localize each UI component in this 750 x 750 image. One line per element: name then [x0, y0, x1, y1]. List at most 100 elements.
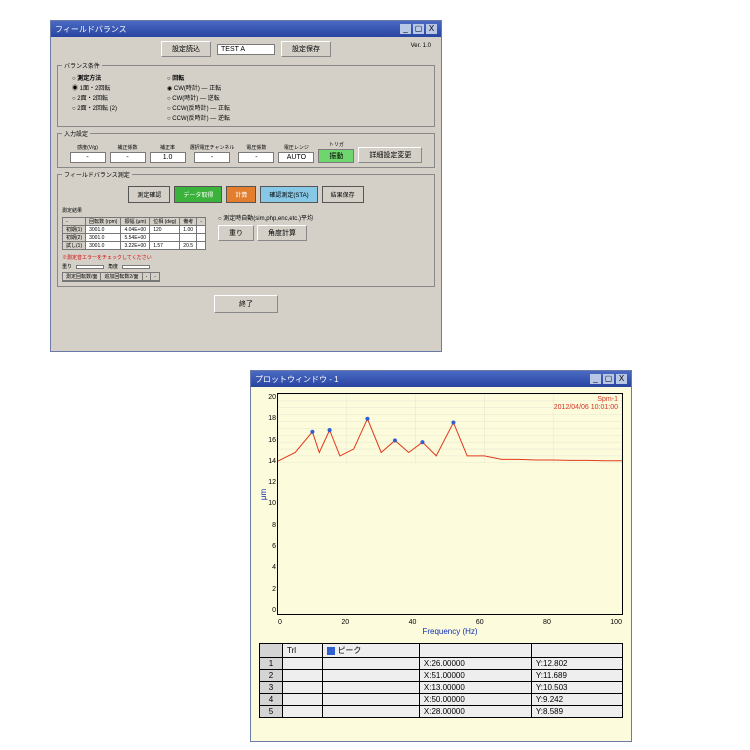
rotation-radio-1[interactable]: CW(時計) — 正転	[167, 83, 230, 92]
table-cell: 試し(1)	[63, 242, 86, 250]
auto-average-checkbox[interactable]: 測定時自動(sim,php,enc,etc.)平均	[218, 213, 313, 222]
maximize-icon[interactable]: ▢	[603, 374, 614, 384]
result-th: -	[197, 218, 206, 226]
calculate-button[interactable]: 計算	[226, 186, 256, 203]
plane-header: 測定方法	[72, 73, 117, 82]
table-cell: 1.00	[180, 226, 197, 234]
input-field-1[interactable]: -	[70, 152, 106, 163]
table-cell: 3001.0	[86, 242, 121, 250]
x-axis-ticks: 020406080100	[278, 619, 622, 626]
table-cell: 初期(1)	[63, 226, 86, 234]
bottom-cell	[101, 281, 142, 282]
plane-radio-3[interactable]: 2面・2回転 (2)	[72, 103, 117, 112]
profile-name-input[interactable]: TEST A	[217, 44, 275, 55]
table-cell: 3001.0	[86, 226, 121, 234]
bottom-th: -	[151, 273, 160, 281]
table-cell	[197, 242, 206, 250]
verify-measure-button[interactable]: 確認測定(STA)	[260, 186, 317, 203]
save-settings-button[interactable]: 設定保存	[281, 41, 331, 57]
y-axis-ticks: 20181614121086420	[260, 394, 276, 614]
balance-run-group: フィールドバランス測定 測定確認 データ取得 計算 確認測定(STA) 結果保存…	[57, 170, 435, 287]
close-icon[interactable]: X	[616, 374, 627, 384]
input-field-5[interactable]: -	[238, 152, 274, 163]
rotation-radio-2[interactable]: CW(時計) — 逆転	[167, 93, 230, 102]
config-window-title: フィールドバランス	[55, 24, 127, 35]
balance-run-legend: フィールドバランス測定	[62, 170, 132, 179]
bottom-cell	[142, 281, 151, 282]
close-icon[interactable]: X	[426, 24, 437, 34]
input-field-7[interactable]: 振動	[318, 149, 354, 163]
balance-setup-legend: バランス条件	[62, 61, 102, 70]
plot-window: プロットウィンドウ - 1 _ ▢ X Spm-1 2012/04/06 10:…	[250, 370, 632, 742]
input-label-2: 補正係数	[118, 144, 138, 151]
input-field-6[interactable]: AUTO	[278, 152, 314, 163]
table-cell	[150, 234, 180, 242]
table-cell: 1.57	[150, 242, 180, 250]
table-cell	[180, 234, 197, 242]
detail-settings-button[interactable]: 詳細設定変更	[358, 147, 422, 163]
rotation-header: 回転	[167, 73, 230, 82]
warning-text: ※測定音エラーをチェックしてください	[62, 254, 430, 261]
bottom-th: 測定回転数/面	[63, 273, 101, 281]
result-th: 振幅 (μm)	[121, 218, 150, 226]
save-result-button[interactable]: 結果保存	[322, 186, 364, 203]
table-cell	[197, 234, 206, 242]
input-label-5: 電圧係数	[246, 144, 266, 151]
table-cell: 初期(2)	[63, 234, 86, 242]
result-th: 備考	[180, 218, 197, 226]
spectrum-plot: Spm-1 2012/04/06 10:01:00 μm 20181614121…	[277, 393, 623, 615]
angle-label: 角度	[108, 263, 118, 270]
input-field-2[interactable]: -	[110, 152, 146, 163]
x-axis-label: Frequency (Hz)	[278, 627, 622, 636]
input-settings-group: 入力設定 感度(V/g)- 補正係数- 補正率1.0 選択電圧チャンネル- 電圧…	[57, 129, 435, 168]
angle-value[interactable]	[122, 265, 150, 269]
bottom-cell	[63, 281, 101, 282]
input-label-7: トリガ	[329, 141, 344, 148]
input-label-6: 電圧レンジ	[284, 144, 309, 151]
bottom-th: 追加回転数2/面	[101, 273, 142, 281]
table-cell: 20.5	[180, 242, 197, 250]
input-label-1: 感度(V/g)	[77, 144, 98, 151]
plane-radio-1[interactable]: 1面・2回転	[72, 83, 117, 92]
config-window-body: Ver. 1.0 設定読込 TEST A 設定保存 バランス条件 測定方法 1面…	[51, 37, 441, 351]
result-table: - 回転数 (rpm) 振幅 (μm) 位相 (deg) 備考 - 初期(1)3…	[62, 217, 206, 250]
plot-window-titlebar[interactable]: プロットウィンドウ - 1 _ ▢ X	[251, 371, 631, 387]
load-settings-button[interactable]: 設定読込	[161, 41, 211, 57]
angle-calc-button[interactable]: 角度計算	[257, 225, 307, 241]
input-field-3[interactable]: 1.0	[150, 152, 186, 163]
maximize-icon[interactable]: ▢	[413, 24, 424, 34]
table-cell	[197, 226, 206, 234]
bottom-table: 測定回転数/面 追加回転数2/面 - -	[62, 272, 160, 282]
input-field-4[interactable]: -	[194, 152, 230, 163]
table-cell: 4.04E+00	[121, 226, 150, 234]
plot-window-title: プロットウィンドウ - 1	[255, 374, 339, 385]
minimize-icon[interactable]: _	[400, 24, 411, 34]
config-window-titlebar[interactable]: フィールドバランス _ ▢ X	[51, 21, 441, 37]
minimize-icon[interactable]: _	[590, 374, 601, 384]
spectrum-svg	[278, 394, 622, 463]
close-button[interactable]: 終了	[214, 295, 278, 313]
weight-button[interactable]: 重り	[218, 225, 254, 241]
weight-value[interactable]	[76, 265, 104, 269]
input-settings-legend: 入力設定	[62, 129, 90, 138]
table-cell: 120	[150, 226, 180, 234]
measure-confirm-button[interactable]: 測定確認	[128, 186, 170, 203]
input-label-4: 選択電圧チャンネル	[190, 144, 235, 151]
config-window: フィールドバランス _ ▢ X Ver. 1.0 設定読込 TEST A 設定保…	[50, 20, 442, 352]
peak-table: Trlピーク1X:26.00000Y:12.8022X:51.00000Y:11…	[259, 643, 623, 718]
bottom-th: -	[142, 273, 151, 281]
table-cell: 3.22E+00	[121, 242, 150, 250]
rotation-radio-3[interactable]: CCW(反時計) — 正転	[167, 103, 230, 112]
result-th: 回転数 (rpm)	[86, 218, 121, 226]
acquire-data-button[interactable]: データ取得	[174, 186, 222, 203]
result-table-label: 測定結果	[62, 207, 206, 214]
plane-radio-2[interactable]: 2面・2回転	[72, 93, 117, 102]
table-cell: 3001.0	[86, 234, 121, 242]
version-label: Ver. 1.0	[411, 43, 431, 49]
input-label-3: 補正率	[160, 144, 175, 151]
weight-label: 重り	[62, 263, 72, 270]
result-th: 位相 (deg)	[150, 218, 180, 226]
bottom-cell	[151, 281, 160, 282]
rotation-radio-4[interactable]: CCW(反時計) — 逆転	[167, 113, 230, 122]
table-cell: 5.54E+00	[121, 234, 150, 242]
